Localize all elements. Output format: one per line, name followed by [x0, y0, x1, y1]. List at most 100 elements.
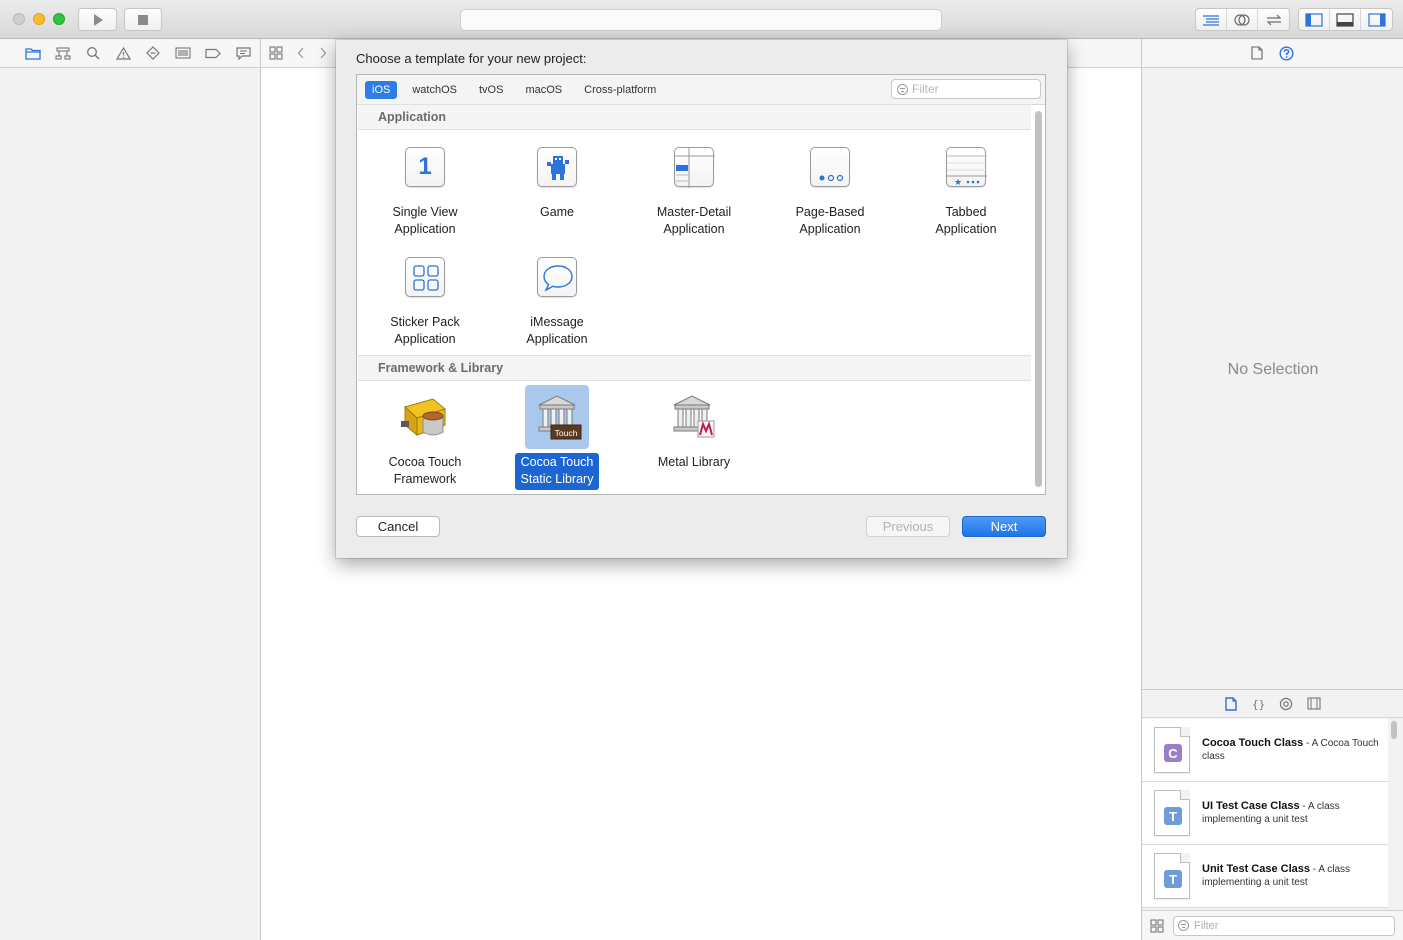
template-label: Game [539, 205, 575, 219]
filter-icon [1178, 920, 1189, 931]
no-selection-label: No Selection [1227, 361, 1319, 378]
quick-help-icon[interactable] [1279, 45, 1294, 61]
library-item[interactable]: T UI Test Case Class - A class implement… [1142, 782, 1388, 845]
tab-watchos[interactable]: watchOS [405, 81, 464, 99]
find-navigator-tab[interactable] [78, 46, 108, 60]
view-toggle-control [1298, 8, 1393, 31]
tab-ios[interactable]: iOS [365, 81, 398, 99]
project-navigator-tab[interactable] [18, 47, 48, 60]
master-detail-icon [674, 147, 715, 188]
standard-editor-icon [1203, 14, 1219, 26]
toolbox-icon [401, 398, 447, 437]
svg-text:★: ★ [954, 178, 962, 188]
toggle-navigator-button[interactable] [1299, 9, 1330, 30]
stop-button[interactable] [124, 8, 162, 31]
template-tabbed[interactable]: ★ Tabbed Application [898, 135, 1034, 240]
template-cocoa-touch-static-library[interactable]: Touch Cocoa Touch Static Library [489, 385, 625, 490]
test-file-icon: T [1154, 853, 1190, 899]
filter-icon [897, 84, 908, 95]
static-library-icon: Touch [538, 395, 582, 440]
selected-template-highlight: Touch [525, 385, 589, 449]
library-area: {} C Cocoa Touch Class - A Cocoa Touch c… [1141, 689, 1403, 940]
file-badge: T [1164, 870, 1182, 888]
template-metal-library[interactable]: Metal Library [626, 385, 762, 473]
assistant-editor-button[interactable] [1227, 9, 1258, 30]
toggle-debug-area-button[interactable] [1330, 9, 1361, 30]
template-page-based[interactable]: Page-Based Application [762, 135, 898, 240]
library-filter-placeholder: Filter [1194, 920, 1219, 932]
tab-tvos[interactable]: tvOS [472, 81, 510, 99]
template-label: Tabbed Application [935, 205, 997, 236]
file-inspector-icon[interactable] [1251, 46, 1263, 60]
chevron-right-icon[interactable] [319, 47, 327, 59]
minimize-window-button[interactable] [33, 13, 45, 25]
template-label: Single View Application [392, 205, 458, 236]
template-label: Metal Library [657, 455, 731, 469]
tab-cross-platform[interactable]: Cross-platform [577, 81, 663, 99]
stop-icon [138, 14, 148, 25]
template-game[interactable]: Game [489, 135, 625, 223]
debug-navigator-tab[interactable] [168, 47, 198, 59]
report-navigator-tab[interactable] [228, 46, 258, 60]
touch-badge: Touch [555, 428, 578, 438]
object-library-icon[interactable] [1279, 697, 1293, 711]
template-filter-input[interactable]: Filter [891, 79, 1041, 99]
tab-macos[interactable]: macOS [518, 81, 569, 99]
game-icon [537, 147, 577, 187]
navigator-area [0, 68, 261, 940]
template-sticker-pack[interactable]: Sticker Pack Application [357, 245, 493, 350]
media-library-icon[interactable] [1306, 697, 1321, 710]
file-template-list: C Cocoa Touch Class - A Cocoa Touch clas… [1142, 719, 1388, 908]
right-panel-icon [1367, 12, 1386, 27]
library-item-title: Cocoa Touch Class [1202, 737, 1304, 749]
cancel-button[interactable]: Cancel [356, 516, 440, 537]
run-button[interactable] [78, 8, 117, 31]
template-cocoa-touch-framework[interactable]: Cocoa Touch Framework [357, 385, 493, 490]
template-label: Sticker Pack Application [390, 315, 460, 346]
sheet-title: Choose a template for your new project: [356, 51, 587, 66]
grid-view-icon[interactable] [1150, 919, 1164, 933]
related-items-icon[interactable] [269, 46, 283, 60]
chevron-left-icon[interactable] [297, 47, 305, 59]
warning-icon [115, 46, 131, 60]
diamond-icon [146, 46, 160, 60]
template-single-view[interactable]: 1 Single View Application [357, 135, 493, 240]
code-snippet-library-icon[interactable]: {} [1251, 697, 1265, 710]
breakpoint-navigator-tab[interactable] [198, 48, 228, 59]
library-scrollbar[interactable] [1390, 719, 1398, 909]
version-editor-button[interactable] [1258, 9, 1289, 30]
library-item[interactable]: T Unit Test Case Class - A class impleme… [1142, 845, 1388, 908]
metal-library-icon [673, 395, 715, 438]
zoom-window-button[interactable] [53, 13, 65, 25]
hierarchy-icon [55, 46, 71, 60]
library-item-title: Unit Test Case Class [1202, 863, 1311, 875]
navigator-selector-bar [0, 39, 261, 68]
standard-editor-button[interactable] [1196, 9, 1227, 30]
close-window-button[interactable] [13, 13, 25, 25]
page-based-icon [810, 147, 850, 187]
library-item-title: UI Test Case Class [1202, 800, 1300, 812]
file-badge: C [1164, 744, 1182, 762]
template-label: Cocoa Touch Static Library [514, 453, 600, 490]
file-template-library-icon[interactable] [1224, 696, 1237, 711]
library-item[interactable]: C Cocoa Touch Class - A Cocoa Touch clas… [1142, 719, 1388, 782]
previous-button[interactable]: Previous [866, 516, 950, 537]
template-filter-placeholder: Filter [912, 82, 939, 96]
issue-navigator-tab[interactable] [108, 46, 138, 60]
editor-mode-control [1195, 8, 1290, 31]
sticker-pack-icon [405, 257, 445, 297]
assistant-editor-icon [1234, 13, 1250, 26]
magnifier-icon [87, 47, 100, 60]
swift-file-icon: C [1154, 727, 1190, 773]
file-badge: T [1164, 807, 1182, 825]
test-navigator-tab[interactable] [138, 46, 168, 60]
template-imessage[interactable]: iMessage Application [489, 245, 625, 350]
toggle-utilities-button[interactable] [1361, 9, 1392, 30]
symbol-navigator-tab[interactable] [48, 46, 78, 60]
template-scrollbar[interactable] [1033, 107, 1043, 492]
library-filter-input[interactable]: Filter [1173, 916, 1395, 936]
template-master-detail[interactable]: Master-Detail Application [626, 135, 762, 240]
speech-bubble-icon [235, 46, 251, 60]
next-button[interactable]: Next [962, 516, 1046, 537]
template-label: Master-Detail Application [656, 205, 732, 236]
